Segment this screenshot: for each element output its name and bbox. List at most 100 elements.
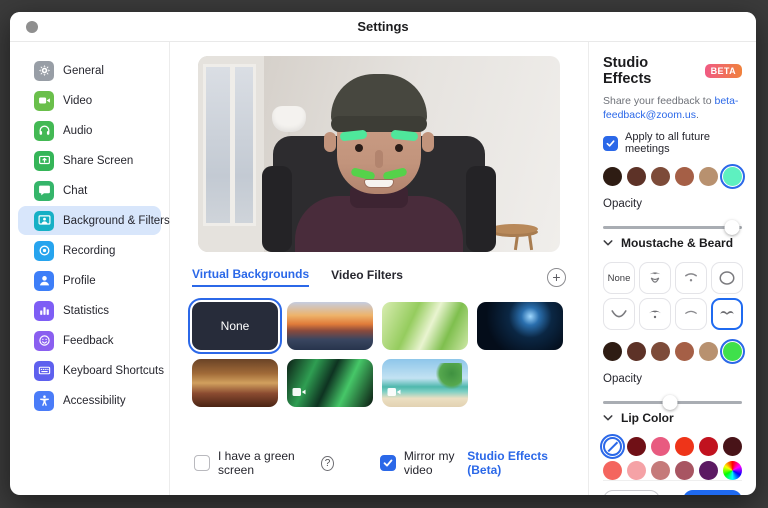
lip-color-swatch-7[interactable] [627, 461, 646, 480]
accessibility-icon [34, 391, 54, 411]
eyebrow-color-swatch-5[interactable] [723, 167, 742, 186]
chevron-down-icon[interactable] [603, 414, 613, 422]
lip-color-swatch-1[interactable] [627, 437, 646, 456]
add-background-button[interactable]: + [547, 268, 566, 287]
video-camera-badge-icon [292, 384, 306, 402]
lip-color-swatch-2[interactable] [651, 437, 670, 456]
tab-virtual-backgrounds[interactable]: Virtual Backgrounds [192, 267, 309, 287]
lip-color-swatch-11[interactable] [723, 461, 742, 480]
profile-icon [34, 271, 54, 291]
sidebar-item-background-filters[interactable]: Background & Filters [18, 206, 161, 235]
sidebar-item-label: Recording [63, 245, 115, 257]
chat-bubble-icon [34, 181, 54, 201]
lip-color-swatches [603, 437, 742, 480]
moustache-color-swatch-4[interactable] [699, 342, 718, 361]
sidebar-item-label: General [63, 65, 104, 77]
moustache-style-thick-moustache[interactable] [639, 298, 671, 330]
preview-window-glass [203, 64, 256, 226]
sidebar-item-keyboard-shortcuts[interactable]: Keyboard Shortcuts [18, 356, 161, 385]
eyebrow-color-swatch-0[interactable] [603, 167, 622, 186]
sidebar-item-accessibility[interactable]: Accessibility [18, 386, 161, 415]
background-thumbnail-grass[interactable] [382, 302, 468, 350]
record-icon [34, 241, 54, 261]
preview-person [269, 82, 489, 252]
sidebar-item-share-screen[interactable]: Share Screen [18, 146, 161, 175]
moustache-section-title: Moustache & Beard [621, 236, 733, 250]
keyboard-icon [34, 361, 54, 381]
thumbnail-label: None [221, 319, 250, 333]
sidebar-item-label: Audio [63, 125, 92, 137]
title-bar: Settings [10, 12, 756, 42]
sidebar-item-audio[interactable]: Audio [18, 116, 161, 145]
moustache-style-goatee[interactable] [639, 262, 671, 294]
eyebrow-color-swatch-2[interactable] [651, 167, 670, 186]
background-thumbnail-grid: None [192, 302, 566, 407]
sidebar-item-label: Feedback [63, 335, 114, 347]
green-screen-label: I have a green screen [218, 449, 313, 477]
moustache-color-swatch-5[interactable] [723, 342, 742, 361]
background-thumbnail-golden-gate-bridge[interactable] [287, 302, 373, 350]
help-icon[interactable]: ? [321, 456, 334, 471]
moustache-style-handlebar[interactable] [711, 298, 743, 330]
lip-color-swatch-8[interactable] [651, 461, 670, 480]
lip-color-swatch-10[interactable] [699, 461, 718, 480]
eyebrow-color-swatch-3[interactable] [675, 167, 694, 186]
lip-color-swatch-6[interactable] [603, 461, 622, 480]
background-filters-icon [34, 211, 54, 231]
check-icon [606, 139, 615, 148]
sidebar-item-recording[interactable]: Recording [18, 236, 161, 265]
eyebrow-color-swatch-1[interactable] [627, 167, 646, 186]
studio-effects-link[interactable]: Studio Effects (Beta) [467, 449, 564, 477]
green-screen-checkbox[interactable] [194, 455, 210, 471]
moustache-color-swatch-2[interactable] [651, 342, 670, 361]
eyebrow-color-swatches [603, 167, 742, 186]
settings-window: Settings General Video Audio Share ScreenCh… [10, 12, 756, 495]
mirror-video-label: Mirror my video [404, 449, 467, 477]
lip-color-swatch-3[interactable] [675, 437, 694, 456]
background-thumbnail-ballroom[interactable] [192, 359, 278, 407]
moustache-style-thin-moustache[interactable] [675, 298, 707, 330]
moustache-style-moustache-soul-patch[interactable] [675, 262, 707, 294]
background-thumbnail-none[interactable]: None [192, 302, 278, 350]
sidebar-item-label: Video [63, 95, 92, 107]
mirror-video-checkbox[interactable] [380, 455, 396, 471]
window-control-dot[interactable] [26, 21, 38, 33]
sidebar-item-statistics[interactable]: Statistics [18, 296, 161, 325]
close-button[interactable]: Close [683, 490, 742, 495]
tab-video-filters[interactable]: Video Filters [331, 268, 403, 286]
sidebar-item-general[interactable]: General [18, 56, 161, 85]
eyebrow-color-swatch-4[interactable] [699, 167, 718, 186]
moustache-opacity-knob[interactable] [662, 395, 677, 410]
background-thumbnail-aurora[interactable] [287, 359, 373, 407]
sidebar-item-label: Statistics [63, 305, 109, 317]
moustache-color-swatch-1[interactable] [627, 342, 646, 361]
lip-color-swatch-9[interactable] [675, 461, 694, 480]
sidebar-item-profile[interactable]: Profile [18, 266, 161, 295]
chevron-down-icon[interactable] [603, 239, 613, 247]
lip-color-swatch-4[interactable] [699, 437, 718, 456]
preview-options-row: I have a green screen ? Mirror my video … [192, 449, 566, 481]
moustache-color-swatch-0[interactable] [603, 342, 622, 361]
moustache-style-chin-curtain[interactable] [603, 298, 635, 330]
studio-effects-panel: Studio Effects BETA Share your feedback … [588, 42, 756, 495]
moustache-style-none[interactable]: None [603, 262, 635, 294]
apply-all-meetings-checkbox[interactable] [603, 136, 618, 151]
sidebar-item-video[interactable]: Video [18, 86, 161, 115]
moustache-opacity-label: Opacity [603, 373, 742, 385]
apply-all-meetings-label: Apply to all future meetings [625, 131, 742, 155]
background-thumbnail-beach[interactable] [382, 359, 468, 407]
moustache-style-circle-beard[interactable] [711, 262, 743, 294]
lip-color-swatch-5[interactable] [723, 437, 742, 456]
moustache-color-swatch-3[interactable] [675, 342, 694, 361]
settings-sidebar: General Video Audio Share ScreenChatBackgro… [10, 42, 170, 495]
smiley-icon [34, 331, 54, 351]
video-preview [198, 56, 560, 252]
lip-color-swatch-0[interactable] [603, 437, 622, 456]
gear-icon [34, 61, 54, 81]
sidebar-item-chat[interactable]: Chat [18, 176, 161, 205]
screen-background: Settings General Video Audio Share ScreenCh… [0, 0, 768, 508]
eyebrow-opacity-knob[interactable] [725, 220, 740, 235]
background-thumbnail-earth[interactable] [477, 302, 563, 350]
reset-button[interactable]: Reset [603, 490, 660, 495]
sidebar-item-feedback[interactable]: Feedback [18, 326, 161, 355]
